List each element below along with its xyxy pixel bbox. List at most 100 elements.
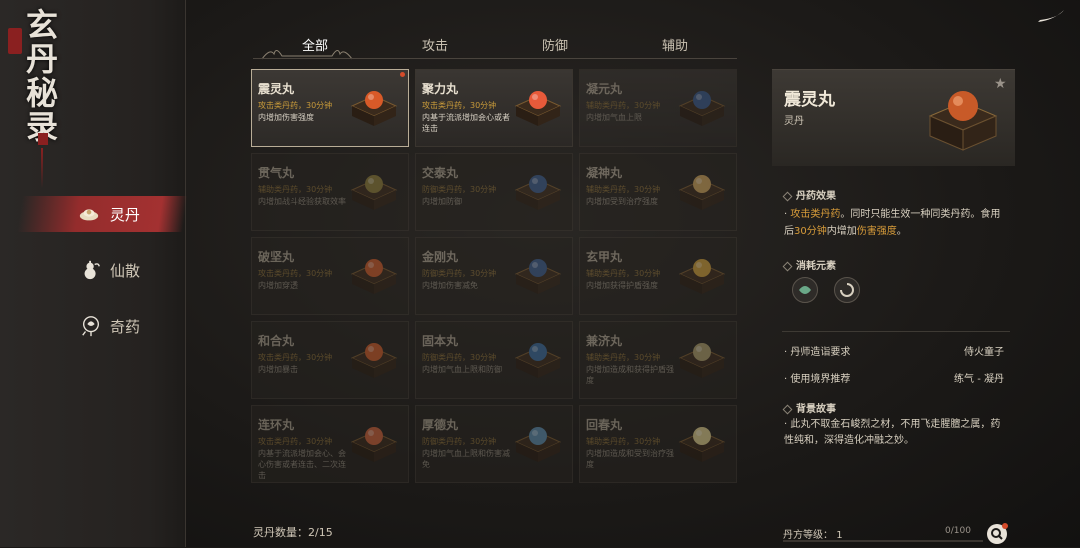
gourd-icon bbox=[84, 260, 100, 280]
pill-card[interactable]: 固本丸 防御类丹药，30分钟 内增加气血上限和防御 bbox=[415, 321, 573, 399]
recipe-level: 丹方等级： 1 bbox=[783, 526, 843, 541]
pill-box-image bbox=[350, 343, 398, 378]
element-wind-icon[interactable] bbox=[792, 277, 818, 303]
logo-brush-stroke bbox=[41, 148, 43, 188]
pill-box-image bbox=[514, 427, 562, 462]
pill-card[interactable]: 金刚丸防御类丹药，30分钟 内增加伤害减免 bbox=[415, 237, 573, 315]
logo-seal bbox=[8, 28, 22, 54]
realm-label: · 使用境界推荐 bbox=[784, 374, 851, 385]
pill-desc: 内增加造成和受到治疗强度 bbox=[586, 449, 674, 469]
effect-title-text: 丹药效果 bbox=[796, 191, 836, 202]
pill-box-image bbox=[514, 259, 562, 294]
tab-support[interactable]: 辅助 bbox=[615, 36, 735, 60]
effect-highlight: 攻击类丹药 bbox=[790, 209, 841, 220]
pill-type: 攻击类丹药，30分钟 bbox=[422, 101, 497, 110]
requirement-label: · 丹师造诣要求 bbox=[784, 347, 851, 358]
sidebar-item-powder[interactable]: 仙散 bbox=[0, 252, 185, 288]
level-progress-bar bbox=[783, 540, 983, 542]
pill-type: 防御类丹药，30分钟 bbox=[422, 437, 497, 446]
pill-desc: 内增加受到治疗强度 bbox=[586, 197, 658, 206]
pill-card[interactable]: 凝元丸 辅助类丹药，30分钟 内增加气血上限 bbox=[579, 69, 737, 147]
close-icon[interactable] bbox=[1036, 8, 1066, 24]
level-progress-text: 0/100 bbox=[945, 526, 971, 536]
pill-box-image bbox=[514, 175, 562, 210]
pill-box-image bbox=[678, 343, 726, 378]
pill-card[interactable]: 震灵丸 攻击类丹药，30分钟 内增加伤害强度 bbox=[251, 69, 409, 147]
pill-name: 破坚丸 bbox=[258, 250, 295, 264]
pill-type: 辅助类丹药，30分钟 bbox=[586, 269, 661, 278]
sidebar-item-herb[interactable]: 奇药 bbox=[0, 308, 185, 344]
pill-name: 和合丸 bbox=[258, 334, 295, 348]
tab-defense[interactable]: 防御 bbox=[495, 36, 615, 60]
effect-highlight: 伤害强度 bbox=[856, 226, 897, 237]
effect-highlight: 30分钟 bbox=[794, 226, 827, 237]
pill-card[interactable]: 和合丸 攻击类丹药，30分钟 内增加暴击 bbox=[251, 321, 409, 399]
pill-icon bbox=[79, 209, 99, 221]
pill-box-image bbox=[350, 259, 398, 294]
detail-category: 灵丹 bbox=[784, 116, 804, 127]
realm-label-text: 使用境界推荐 bbox=[790, 374, 851, 385]
pill-name: 连环丸 bbox=[258, 418, 295, 432]
logo-char: 玄 bbox=[26, 6, 59, 44]
story-section-title: 背景故事 bbox=[782, 400, 836, 415]
requirement-value: 侍火童子 bbox=[964, 347, 1004, 358]
pill-desc: 内增加造成和获得护盾强度 bbox=[586, 365, 674, 385]
pill-type: 攻击类丹药，30分钟 bbox=[258, 269, 333, 278]
pill-type: 防御类丹药，30分钟 bbox=[422, 269, 497, 278]
logo-char: 秘 bbox=[26, 74, 59, 112]
pill-card[interactable]: 兼济丸 辅助类丹药，30分钟 内增加造成和获得护盾强度 bbox=[579, 321, 737, 399]
detail-header: 震灵丸 灵丹 ★ bbox=[772, 69, 1015, 166]
pill-box-image bbox=[514, 91, 562, 126]
pill-desc: 内增加战斗经验获取效率 bbox=[258, 197, 346, 206]
logo-char: 丹 bbox=[26, 40, 59, 78]
pill-card[interactable]: 玄甲丸辅助类丹药，30分钟 内增加获得护盾强度 bbox=[579, 237, 737, 315]
detail-name: 震灵丸 bbox=[784, 90, 835, 110]
pill-name: 聚力丸 bbox=[422, 82, 459, 96]
pill-card[interactable]: 连环丸 攻击类丹药，30分钟 内基于流派增加会心、会心伤害或者连击、二次连击 bbox=[251, 405, 409, 483]
sidebar-item-label: 仙散 bbox=[110, 261, 141, 280]
pill-card[interactable]: 聚力丸攻击类丹药，30分钟内基于流派增加会心或者连击 bbox=[415, 69, 573, 147]
element-swirl-icon[interactable] bbox=[834, 277, 860, 303]
realm-row: · 使用境界推荐 练气 - 凝丹 bbox=[784, 370, 1004, 385]
pill-name: 金刚丸 bbox=[422, 250, 459, 264]
pill-type: 攻击类丹药，30分钟 bbox=[258, 353, 333, 362]
pill-box-image bbox=[350, 91, 398, 126]
pill-desc: 内基于流派增加会心或者连击 bbox=[422, 113, 510, 133]
effect-section-title: 丹药效果 bbox=[782, 187, 836, 202]
pill-type: 辅助类丹药，30分钟 bbox=[258, 185, 333, 194]
pill-type: 防御类丹药，30分钟 bbox=[422, 185, 497, 194]
pill-desc: 内增加获得护盾强度 bbox=[586, 281, 658, 290]
effect-plain: 。 bbox=[896, 226, 907, 237]
pill-name: 震灵丸 bbox=[258, 82, 295, 96]
divider bbox=[782, 331, 1010, 332]
bullet-icon bbox=[782, 191, 793, 201]
pill-box-image bbox=[678, 91, 726, 126]
tab-attack[interactable]: 攻击 bbox=[375, 36, 495, 60]
pill-desc: 内增加伤害减免 bbox=[422, 281, 478, 290]
pill-type: 攻击类丹药，30分钟 bbox=[258, 101, 333, 110]
pill-count: 灵丹数量：2/15 bbox=[253, 526, 333, 539]
sidebar-item-label: 灵丹 bbox=[110, 205, 141, 224]
sidebar: 玄 丹 秘 录 灵丹 仙散 奇药 bbox=[0, 0, 188, 547]
pill-box-image bbox=[350, 427, 398, 462]
category-tabs: 全部 攻击 防御 辅助 bbox=[255, 36, 735, 60]
pill-type: 辅助类丹药，30分钟 bbox=[586, 185, 661, 194]
sidebar-item-pill[interactable]: 灵丹 bbox=[17, 196, 188, 232]
sidebar-item-label: 奇药 bbox=[110, 317, 141, 336]
pill-card[interactable]: 贯气丸 辅助类丹药，30分钟 内增加战斗经验获取效率 bbox=[251, 153, 409, 231]
pill-name: 玄甲丸 bbox=[586, 250, 623, 264]
bullet-icon bbox=[782, 261, 793, 271]
pill-card[interactable]: 厚德丸 防御类丹药，30分钟 内增加气血上限和伤害减免 bbox=[415, 405, 573, 483]
pill-card[interactable]: 破坚丸 攻击类丹药，30分钟 内增加穿透 bbox=[251, 237, 409, 315]
search-button[interactable] bbox=[987, 523, 1008, 544]
pill-card[interactable]: 回春丸 辅助类丹药，30分钟 内增加造成和受到治疗强度 bbox=[579, 405, 737, 483]
pill-card[interactable]: 凝神丸 辅助类丹药，30分钟 内增加受到治疗强度 bbox=[579, 153, 737, 231]
pill-card[interactable]: 交泰丸 防御类丹药，30分钟 内增加防御 bbox=[415, 153, 573, 231]
favorite-star-icon[interactable]: ★ bbox=[994, 76, 1007, 92]
pill-name: 固本丸 bbox=[422, 334, 459, 348]
new-badge-dot bbox=[400, 72, 405, 77]
pill-name: 兼济丸 bbox=[586, 334, 623, 348]
requirement-label-text: 丹师造诣要求 bbox=[790, 347, 851, 358]
tab-all[interactable]: 全部 bbox=[255, 36, 375, 60]
pill-box-image bbox=[678, 427, 726, 462]
